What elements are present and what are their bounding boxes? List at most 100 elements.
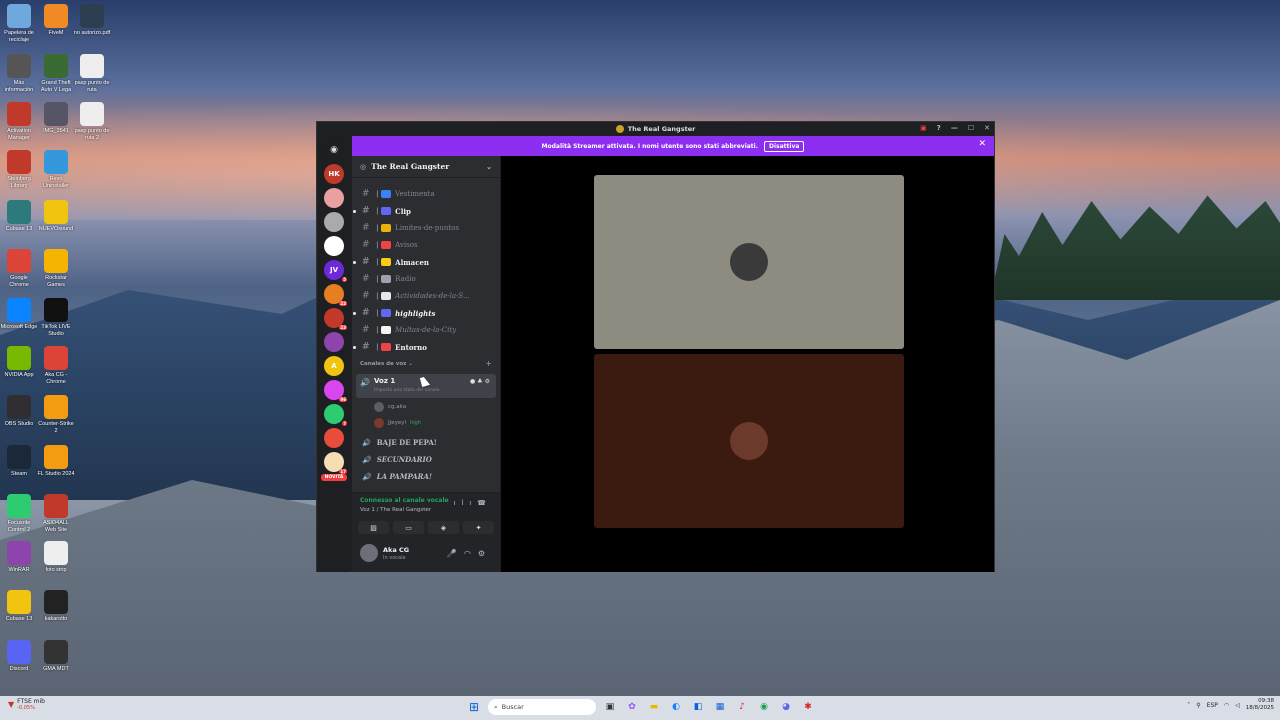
voice-connected-status[interactable]: Connesso al canale vocale [360, 497, 449, 504]
voice-channel[interactable]: 🔊 LA PAMPARA! [352, 468, 500, 484]
desktop-icon[interactable]: Aka CG - Chrome [37, 346, 75, 386]
title-bar[interactable]: The Real Gangster ▣ ? — ☐ ✕ [317, 122, 994, 136]
desktop-icon[interactable]: no autorizo.pdf [73, 4, 111, 37]
desktop-icon[interactable]: TikTok LIVE Studio [37, 298, 75, 338]
text-channel[interactable]: # ┃ Clip [352, 203, 500, 219]
desktop-icon[interactable]: FL Studio 2024 [37, 445, 75, 478]
maximize-button[interactable]: ☐ [968, 124, 974, 132]
voice-connected-channel[interactable]: Voz 1 / The Real Gangster [360, 507, 431, 513]
start-button[interactable]: ⊞ [466, 699, 482, 715]
voice-member[interactable]: cg.aka [374, 400, 406, 414]
file-explorer-icon[interactable]: ▬ [646, 699, 662, 715]
desktop-icon[interactable]: Discord [0, 640, 38, 673]
voice-channel-status[interactable]: Imposta uno stato del canale [374, 388, 440, 393]
outlook-icon[interactable]: ◧ [690, 699, 706, 715]
text-channel[interactable]: # ┃ Radio [352, 271, 500, 287]
desktop-icon[interactable]: foto strip [37, 541, 75, 574]
invite-icon[interactable]: ♣ [477, 378, 484, 385]
app-icon[interactable]: ✱ [800, 699, 816, 715]
soundboard-button[interactable]: ✦ [463, 521, 494, 534]
widgets-button[interactable]: ▼ FTSE mib -0,05% [8, 698, 45, 711]
text-channel[interactable]: # ┃ Avisos [352, 237, 500, 253]
noise-suppression-icon[interactable]: ılı [453, 499, 477, 507]
desktop-icon[interactable]: Más información [0, 54, 38, 94]
user-settings-icon[interactable]: ⚙ [478, 549, 492, 558]
voice-channel[interactable]: 🔊 BAJE DE PEPA! [352, 434, 500, 450]
microphone-icon[interactable]: 🎤 [447, 549, 464, 558]
inbox-icon[interactable]: ▣ [920, 124, 927, 132]
desktop-icon[interactable]: Activation Manager [0, 102, 38, 142]
guild-header[interactable]: ◎ The Real Gangster ⌄ [352, 156, 500, 178]
desktop-icon[interactable]: Cubase 13 [0, 590, 38, 623]
server-icon[interactable] [324, 332, 344, 352]
desktop-icon[interactable]: Counter-Strike 2 [37, 395, 75, 435]
volume-icon[interactable]: ◁ [1235, 702, 1240, 709]
participant-tile[interactable] [594, 354, 904, 528]
desktop-icon[interactable]: GMA MDT [37, 640, 75, 673]
activity-button[interactable]: ◈ [428, 521, 459, 534]
minimize-button[interactable]: — [951, 124, 958, 132]
voice-category[interactable]: Canales de voz ⌄ [360, 361, 413, 367]
desktop-icon[interactable]: kakarotto [37, 590, 75, 623]
desktop-icon[interactable]: Grand Theft Auto V Lega [37, 54, 75, 94]
text-channel[interactable]: # ┃ Limites-de-puntos [352, 220, 500, 236]
server-icon[interactable]: 7 [324, 404, 347, 426]
settings-icon[interactable]: ⚙ [485, 378, 492, 385]
desktop-icon[interactable]: Focusrite Control 2 [0, 494, 38, 534]
server-icon[interactable] [324, 428, 344, 448]
desktop-icon[interactable]: IMG_3541 [37, 102, 75, 135]
voice-member[interactable]: JJeyeyl high [374, 416, 421, 430]
avatar[interactable] [360, 544, 378, 562]
discord-taskbar-icon[interactable]: ◕ [778, 699, 794, 715]
user-name[interactable]: Aka CG [383, 546, 409, 554]
server-icon[interactable]: 17 [324, 452, 347, 474]
server-icon[interactable]: 23 [324, 308, 347, 330]
server-icon[interactable] [324, 212, 344, 232]
desktop-icon[interactable]: Papelera de reciclaje [0, 4, 38, 44]
wifi-icon[interactable]: ◠ [1224, 702, 1229, 709]
desktop-icon[interactable]: Revo Uninstaller [37, 150, 75, 190]
camera-button[interactable]: ▨ [358, 521, 389, 534]
desktop-icon[interactable]: Microsoft Edge [0, 298, 38, 331]
text-channel[interactable]: # ┃ highlights [352, 305, 500, 321]
desktop-icon[interactable]: WinRAR [0, 541, 38, 574]
text-channel[interactable]: # ┃ Vestimenta [352, 186, 500, 202]
participant-tile[interactable] [594, 175, 904, 349]
server-icon[interactable] [324, 236, 344, 256]
headphones-icon[interactable]: ◠ [464, 549, 478, 558]
desktop-icon[interactable]: Rockstar Games [37, 249, 75, 289]
help-icon[interactable]: ? [937, 124, 941, 132]
disattiva-button[interactable]: Disattiva [764, 140, 805, 152]
text-channel[interactable]: # ┃ Almacen [352, 254, 500, 270]
desktop-icon[interactable]: FiveM [37, 4, 75, 37]
chrome-icon[interactable]: ◉ [756, 699, 772, 715]
search-box[interactable]: ⌕ Buscar [488, 699, 596, 715]
text-channel[interactable]: # ┃ Actividades-de-la-S... [352, 288, 500, 304]
mic-tray-icon[interactable]: ⚲ [1196, 702, 1200, 709]
voice-channel[interactable]: 🔊 SECUNDARIO [352, 451, 500, 467]
desktop-icon[interactable]: NUEVOsound [37, 200, 75, 233]
tiktok-icon[interactable]: ♪ [734, 699, 750, 715]
discord-home-icon[interactable]: ◉ [324, 140, 344, 160]
chevron-up-icon[interactable]: ˄ [1187, 702, 1190, 709]
desktop-icon[interactable]: Cubase 13 [0, 200, 38, 233]
close-button[interactable]: ✕ [984, 124, 990, 132]
text-channel[interactable]: # ┃ Entorno [352, 339, 500, 355]
disconnect-icon[interactable]: ☎ [477, 499, 492, 507]
language-indicator[interactable]: ESP [1207, 702, 1218, 709]
copilot-icon[interactable]: ✿ [624, 699, 640, 715]
server-icon[interactable]: JV 5 [324, 260, 347, 282]
server-icon[interactable] [324, 188, 344, 208]
edge-icon[interactable]: ◐ [668, 699, 684, 715]
desktop-icon[interactable]: OBS Studio [0, 395, 38, 428]
server-icon[interactable]: HK [324, 164, 344, 184]
desktop-icon[interactable]: NVIDIA App [0, 346, 38, 379]
add-channel-icon[interactable]: + [485, 359, 492, 368]
server-icon[interactable]: 22 [324, 284, 347, 306]
desktop-icon[interactable]: Google Chrome [0, 249, 38, 289]
desktop-icon[interactable]: pasp punto de ruta [73, 54, 111, 94]
desktop-icon[interactable]: pasp punto de ruta 2 [73, 102, 111, 142]
server-icon[interactable]: A [324, 356, 344, 376]
desktop-icon[interactable]: Steam [0, 445, 38, 478]
server-icon[interactable]: 96 [324, 380, 347, 402]
